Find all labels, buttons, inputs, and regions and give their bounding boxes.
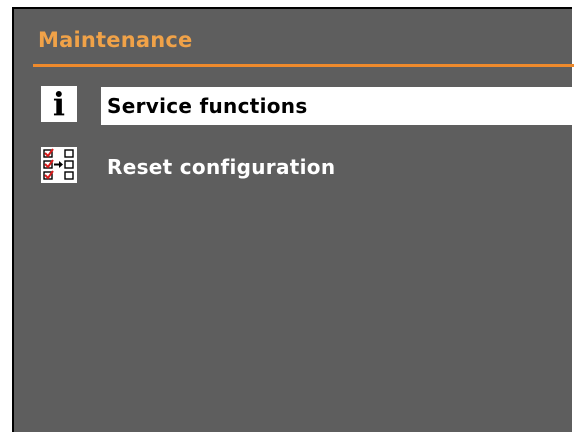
menu-item-label: Reset configuration [107, 155, 336, 179]
menu-item-reset-configuration[interactable]: Reset configuration [41, 147, 574, 187]
maintenance-screen: Maintenance i Service functions Reset co… [12, 7, 574, 432]
menu-item-label: Service functions [101, 87, 574, 125]
screen-title: Maintenance [38, 28, 193, 52]
reset-configuration-icon [41, 147, 77, 183]
title-divider [33, 64, 574, 67]
info-glyph: i [52, 85, 66, 123]
menu-item-service-functions[interactable]: i Service functions [41, 86, 574, 126]
info-icon: i [41, 86, 77, 122]
